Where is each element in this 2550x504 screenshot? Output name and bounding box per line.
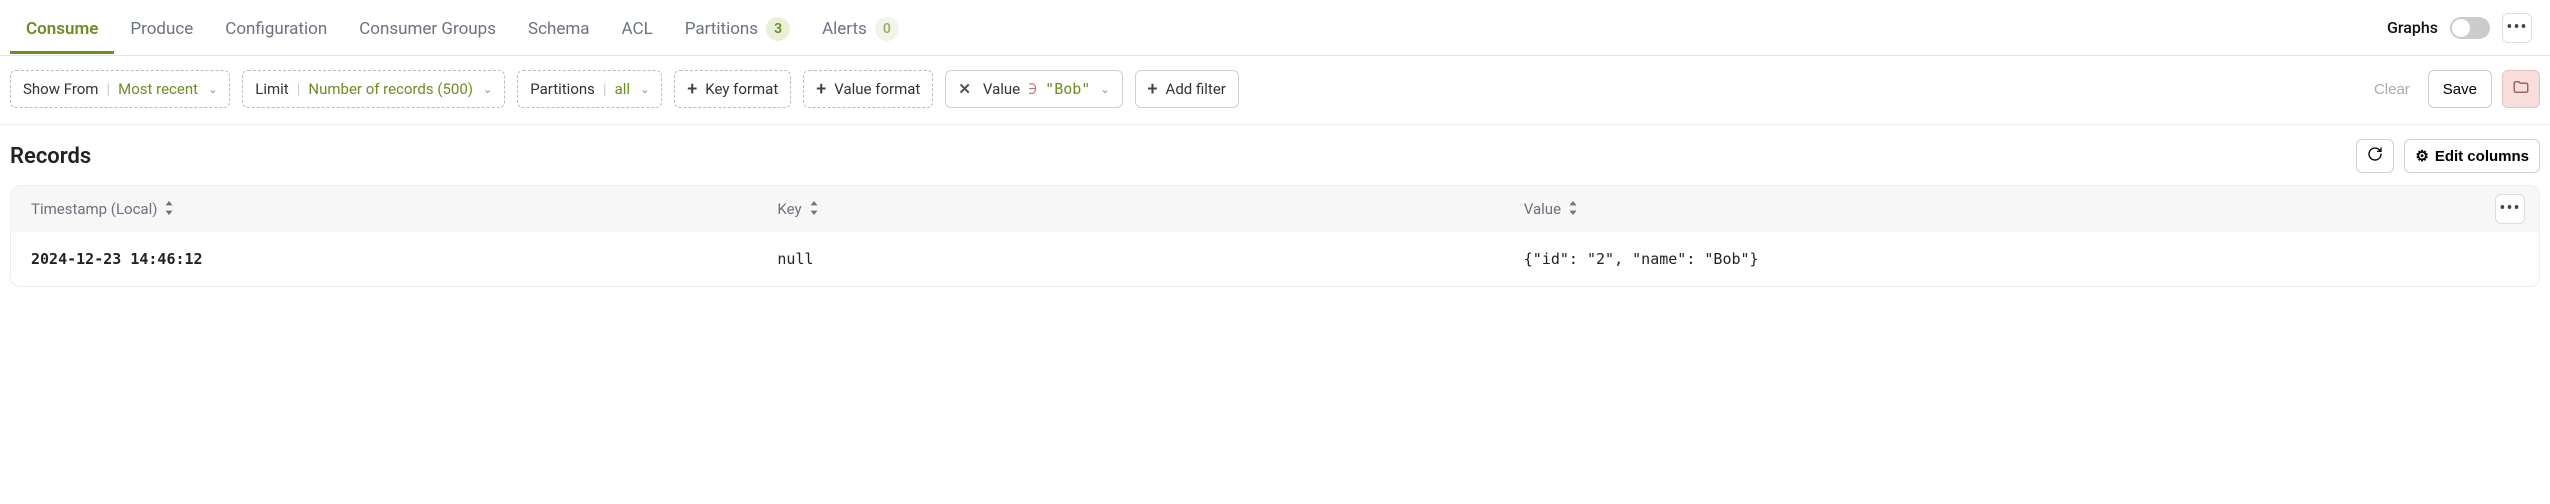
value-format-chip[interactable]: + Value format — [803, 70, 933, 108]
sort-icon — [1567, 201, 1579, 218]
key-format-chip[interactable]: + Key format — [674, 70, 791, 108]
tab-label: Alerts — [822, 19, 867, 39]
saved-filters-button[interactable] — [2502, 70, 2540, 108]
clear-button[interactable]: Clear — [2366, 75, 2418, 104]
chevron-down-icon: ⌄ — [640, 83, 649, 96]
filter-value: "Bob" — [1045, 80, 1090, 98]
chip-sep: | — [297, 80, 301, 98]
cell-key: null — [777, 250, 1523, 268]
tab-label: Produce — [130, 19, 193, 39]
sort-icon — [163, 201, 175, 218]
chip-label: Add filter — [1166, 80, 1226, 98]
cell-timestamp: 2024-12-23 14:46:12 — [31, 250, 777, 268]
tab-alerts[interactable]: Alerts 0 — [806, 1, 915, 55]
chip-sep: | — [603, 80, 607, 98]
button-label: Save — [2443, 81, 2477, 98]
chip-sep: | — [106, 80, 110, 98]
row-actions: ••• — [2495, 194, 2525, 224]
chip-label: Limit — [255, 80, 288, 98]
filter-op: ∋ — [1028, 80, 1037, 98]
column-key[interactable]: Key — [777, 200, 1523, 218]
plus-icon: + — [816, 79, 826, 100]
graphs-label: Graphs — [2387, 18, 2438, 37]
column-label: Key — [777, 200, 801, 218]
records-table: Timestamp (Local) Key Value ••• 2024-12-… — [10, 185, 2540, 287]
row-more-button[interactable]: ••• — [2495, 194, 2525, 224]
tab-label: Partitions — [685, 19, 758, 39]
filter-field: Value — [983, 80, 1020, 98]
chevron-down-icon: ⌄ — [1100, 83, 1109, 96]
partitions-chip[interactable]: Partitions | all ⌄ — [517, 70, 662, 108]
tab-label: Schema — [528, 19, 590, 39]
plus-icon: + — [687, 79, 697, 100]
chip-label: Value format — [834, 80, 920, 98]
filter-bar-right: Clear Save — [2366, 70, 2540, 108]
tab-configuration[interactable]: Configuration — [209, 3, 343, 53]
chevron-down-icon: ⌄ — [208, 83, 217, 96]
tab-label: ACL — [622, 19, 653, 39]
column-timestamp[interactable]: Timestamp (Local) — [31, 200, 777, 218]
chip-label: Partitions — [530, 80, 595, 98]
refresh-icon — [2367, 146, 2383, 166]
tab-consumer-groups[interactable]: Consumer Groups — [343, 3, 512, 53]
tab-acl[interactable]: ACL — [606, 3, 669, 53]
more-horizontal-icon: ••• — [2499, 200, 2520, 218]
graphs-toggle[interactable] — [2450, 17, 2490, 39]
close-icon[interactable]: ✕ — [958, 80, 971, 98]
chevron-down-icon: ⌄ — [483, 83, 492, 96]
tab-label: Consumer Groups — [359, 19, 496, 39]
show-from-chip[interactable]: Show From | Most recent ⌄ — [10, 70, 230, 108]
records-title: Records — [10, 144, 91, 169]
tab-consume[interactable]: Consume — [10, 3, 114, 53]
limit-chip[interactable]: Limit | Number of records (500) ⌄ — [242, 70, 505, 108]
button-label: Edit columns — [2435, 148, 2529, 165]
records-header-right: ⚙ Edit columns — [2356, 139, 2540, 173]
button-label: Clear — [2374, 81, 2410, 98]
filter-bar: Show From | Most recent ⌄ Limit | Number… — [0, 56, 2550, 125]
refresh-button[interactable] — [2356, 139, 2394, 173]
table-row[interactable]: 2024-12-23 14:46:12 null {"id": "2", "na… — [11, 232, 2539, 286]
sort-icon — [808, 201, 820, 218]
chip-value: Number of records (500) — [308, 80, 473, 98]
tab-schema[interactable]: Schema — [512, 3, 606, 53]
cell-value: {"id": "2", "name": "Bob"} — [1524, 250, 2519, 268]
tab-partitions[interactable]: Partitions 3 — [669, 1, 806, 55]
records-header: Records ⚙ Edit columns — [0, 125, 2550, 181]
more-menu-button[interactable]: ••• — [2502, 13, 2532, 43]
chip-label: Key format — [705, 80, 778, 98]
column-label: Timestamp (Local) — [31, 200, 157, 218]
folder-icon — [2512, 78, 2530, 100]
edit-columns-button[interactable]: ⚙ Edit columns — [2404, 139, 2540, 173]
add-filter-chip[interactable]: + Add filter — [1135, 70, 1239, 108]
tab-label: Configuration — [225, 19, 327, 39]
tabs-right: Graphs ••• — [2387, 13, 2540, 43]
gear-icon: ⚙ — [2415, 147, 2428, 165]
chip-value: Most recent — [118, 80, 198, 98]
value-filter-chip[interactable]: ✕ Value ∋ "Bob" ⌄ — [945, 70, 1122, 108]
tab-label: Consume — [26, 19, 98, 39]
toggle-knob — [2452, 19, 2470, 37]
save-button[interactable]: Save — [2428, 70, 2492, 108]
main-tabs: Consume Produce Configuration Consumer G… — [0, 0, 2550, 56]
chip-label: Show From — [23, 80, 98, 98]
column-label: Value — [1524, 200, 1561, 218]
table-header: Timestamp (Local) Key Value ••• — [11, 186, 2539, 232]
partitions-badge: 3 — [766, 17, 790, 41]
tab-produce[interactable]: Produce — [114, 3, 209, 53]
column-value[interactable]: Value — [1524, 200, 2519, 218]
alerts-badge: 0 — [875, 17, 899, 41]
chip-value: all — [615, 80, 630, 98]
more-horizontal-icon: ••• — [2506, 19, 2527, 37]
plus-icon: + — [1148, 79, 1158, 100]
